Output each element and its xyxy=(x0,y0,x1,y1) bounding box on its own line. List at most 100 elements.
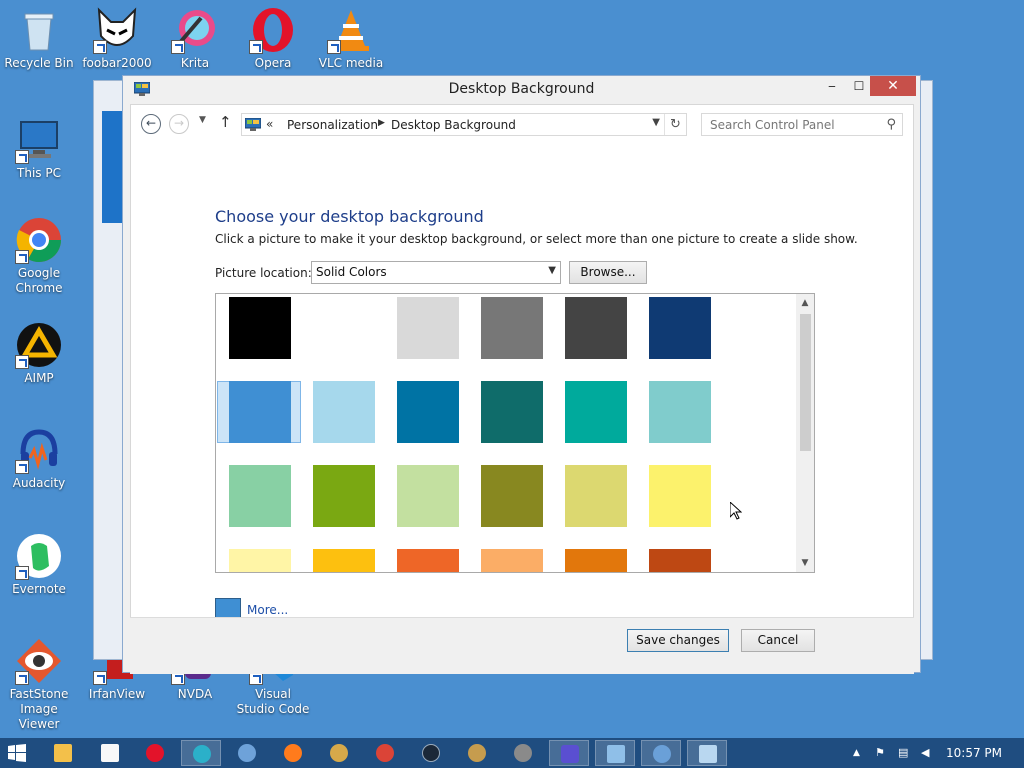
breadcrumb-separator-icon[interactable]: ▶ xyxy=(378,118,385,128)
desktop-icon-aimp[interactable]: AIMP xyxy=(1,321,77,386)
maximize-button[interactable]: ☐ xyxy=(845,76,873,96)
taskbar-tool[interactable] xyxy=(503,740,543,766)
taskbar-keyboard[interactable] xyxy=(595,740,635,766)
minimize-button[interactable]: ‒ xyxy=(818,76,846,96)
refresh-button[interactable]: ↻ xyxy=(664,114,686,135)
desktop-icon-label: Audacity xyxy=(12,476,66,490)
color-swatch[interactable] xyxy=(397,381,459,443)
desktop-icon-google-chrome[interactable]: Google Chrome xyxy=(1,216,77,296)
color-swatch[interactable] xyxy=(397,297,459,359)
color-swatch[interactable] xyxy=(565,549,627,572)
shortcut-arrow-icon xyxy=(15,355,29,369)
address-bar[interactable]: « Personalization ▶ Desktop Background ▼… xyxy=(241,113,687,136)
tool-icon xyxy=(514,744,532,762)
back-button[interactable]: ← xyxy=(141,114,161,134)
color-swatch[interactable] xyxy=(229,549,291,572)
gear-icon xyxy=(561,745,579,763)
color-swatch[interactable] xyxy=(649,297,711,359)
clock[interactable]: 10:57 PM xyxy=(946,746,1002,760)
picture-location-value: Solid Colors xyxy=(316,265,387,279)
address-dropdown-icon[interactable]: ▼ xyxy=(652,117,660,128)
taskbar-settings[interactable] xyxy=(549,740,589,766)
desktop-background-window[interactable]: Desktop Background ‒ ☐ ✕ ← → ▼ ↑ « Perso… xyxy=(122,75,921,674)
color-swatch[interactable] xyxy=(565,465,627,527)
color-swatch[interactable] xyxy=(481,465,543,527)
cancel-button[interactable]: Cancel xyxy=(741,629,815,652)
desktop-icon-label: VLC media xyxy=(318,56,384,70)
desktop-icon-evernote[interactable]: Evernote xyxy=(1,532,77,597)
color-swatch[interactable] xyxy=(481,381,543,443)
taskbar-game[interactable] xyxy=(457,740,497,766)
vertical-scrollbar[interactable]: ▲ ▼ xyxy=(796,294,814,572)
search-box[interactable]: Search Control Panel ⚲ xyxy=(701,113,903,136)
desktop-icon-audacity[interactable]: Audacity xyxy=(1,426,77,491)
color-swatch[interactable] xyxy=(313,465,375,527)
taskbar-chrome[interactable] xyxy=(365,740,405,766)
color-swatch[interactable] xyxy=(649,549,711,572)
shortcut-arrow-icon xyxy=(171,40,185,54)
close-button[interactable]: ✕ xyxy=(870,76,916,96)
scrollbar-thumb[interactable] xyxy=(800,314,811,451)
save-changes-button[interactable]: Save changes xyxy=(627,629,729,652)
taskbar-edge[interactable] xyxy=(181,740,221,766)
breadcrumb-personalization[interactable]: Personalization xyxy=(287,118,378,132)
color-swatch[interactable] xyxy=(649,381,711,443)
desktop-icon-vlc[interactable]: VLC media xyxy=(313,6,389,71)
search-input[interactable]: Search Control Panel xyxy=(710,118,835,132)
desktop-icon-label: foobar2000 xyxy=(82,56,152,70)
color-swatch[interactable] xyxy=(565,381,627,443)
volume-icon[interactable]: ◀ xyxy=(921,746,929,759)
breadcrumb-overflow[interactable]: « xyxy=(266,117,273,131)
color-swatch[interactable] xyxy=(481,549,543,572)
taskbar-control-panel[interactable] xyxy=(687,740,727,766)
action-center-icon[interactable]: ⚑ xyxy=(875,746,885,759)
taskbar-r-app[interactable] xyxy=(641,740,681,766)
navigation-bar: ← → ▼ ↑ « Personalization ▶ Desktop Back… xyxy=(131,105,913,143)
color-swatch[interactable] xyxy=(565,297,627,359)
title-bar[interactable]: Desktop Background ‒ ☐ ✕ xyxy=(123,76,920,104)
taskbar-opera[interactable] xyxy=(135,740,175,766)
scroll-down-icon[interactable]: ▼ xyxy=(796,558,814,568)
picture-location-dropdown[interactable]: Solid Colors ▼ xyxy=(311,261,561,284)
scroll-up-icon[interactable]: ▲ xyxy=(796,298,814,308)
up-button[interactable]: ↑ xyxy=(219,113,232,131)
network-icon[interactable]: ▤ xyxy=(898,746,908,759)
browse-button[interactable]: Browse... xyxy=(569,261,647,284)
windows-start-icon[interactable] xyxy=(8,744,26,762)
taskbar: ▲ ⚑ ▤ ◀ 10:57 PM xyxy=(0,738,1024,768)
taskbar-foobar[interactable] xyxy=(227,740,267,766)
color-swatch[interactable] xyxy=(649,465,711,527)
desktop-icon-recycle-bin[interactable]: Recycle Bin xyxy=(1,6,77,71)
color-swatch[interactable] xyxy=(229,465,291,527)
search-icon[interactable]: ⚲ xyxy=(886,117,896,132)
desktop-icon-opera[interactable]: Opera xyxy=(235,6,311,71)
desktop-icon-label: Evernote xyxy=(12,582,66,596)
taskbar-steam[interactable] xyxy=(411,740,451,766)
desktop-icon-krita[interactable]: Krita xyxy=(157,6,233,71)
chevron-down-icon: ▼ xyxy=(548,265,556,276)
opera-icon xyxy=(146,744,164,762)
color-swatch[interactable] xyxy=(397,465,459,527)
color-swatch[interactable] xyxy=(229,297,291,359)
taskbar-media-player[interactable] xyxy=(90,740,130,766)
taskbar-file-explorer[interactable] xyxy=(43,740,83,766)
color-swatch[interactable] xyxy=(397,549,459,572)
recent-locations-button[interactable]: ▼ xyxy=(199,115,206,125)
color-swatch[interactable] xyxy=(313,381,375,443)
color-swatch[interactable] xyxy=(481,297,543,359)
more-colors-link[interactable]: More... xyxy=(247,603,288,617)
color-swatch[interactable] xyxy=(229,381,291,443)
forward-button[interactable]: → xyxy=(169,114,189,134)
desktop-icon-label: FastStone Image Viewer xyxy=(9,687,69,731)
desktop-icon-this-pc[interactable]: This PC xyxy=(1,116,77,181)
desktop-icon-label: This PC xyxy=(17,166,61,180)
computer-icon xyxy=(15,116,63,164)
tray-overflow-icon[interactable]: ▲ xyxy=(853,748,860,758)
desktop-icon-foobar2000[interactable]: foobar2000 xyxy=(79,6,155,71)
taskbar-app[interactable] xyxy=(319,740,359,766)
color-swatch[interactable] xyxy=(313,549,375,572)
breadcrumb-desktop-background[interactable]: Desktop Background xyxy=(391,118,516,132)
color-swatch[interactable] xyxy=(313,297,375,359)
desktop-icon-faststone[interactable]: FastStone Image Viewer xyxy=(1,637,77,732)
taskbar-firefox[interactable] xyxy=(273,740,313,766)
